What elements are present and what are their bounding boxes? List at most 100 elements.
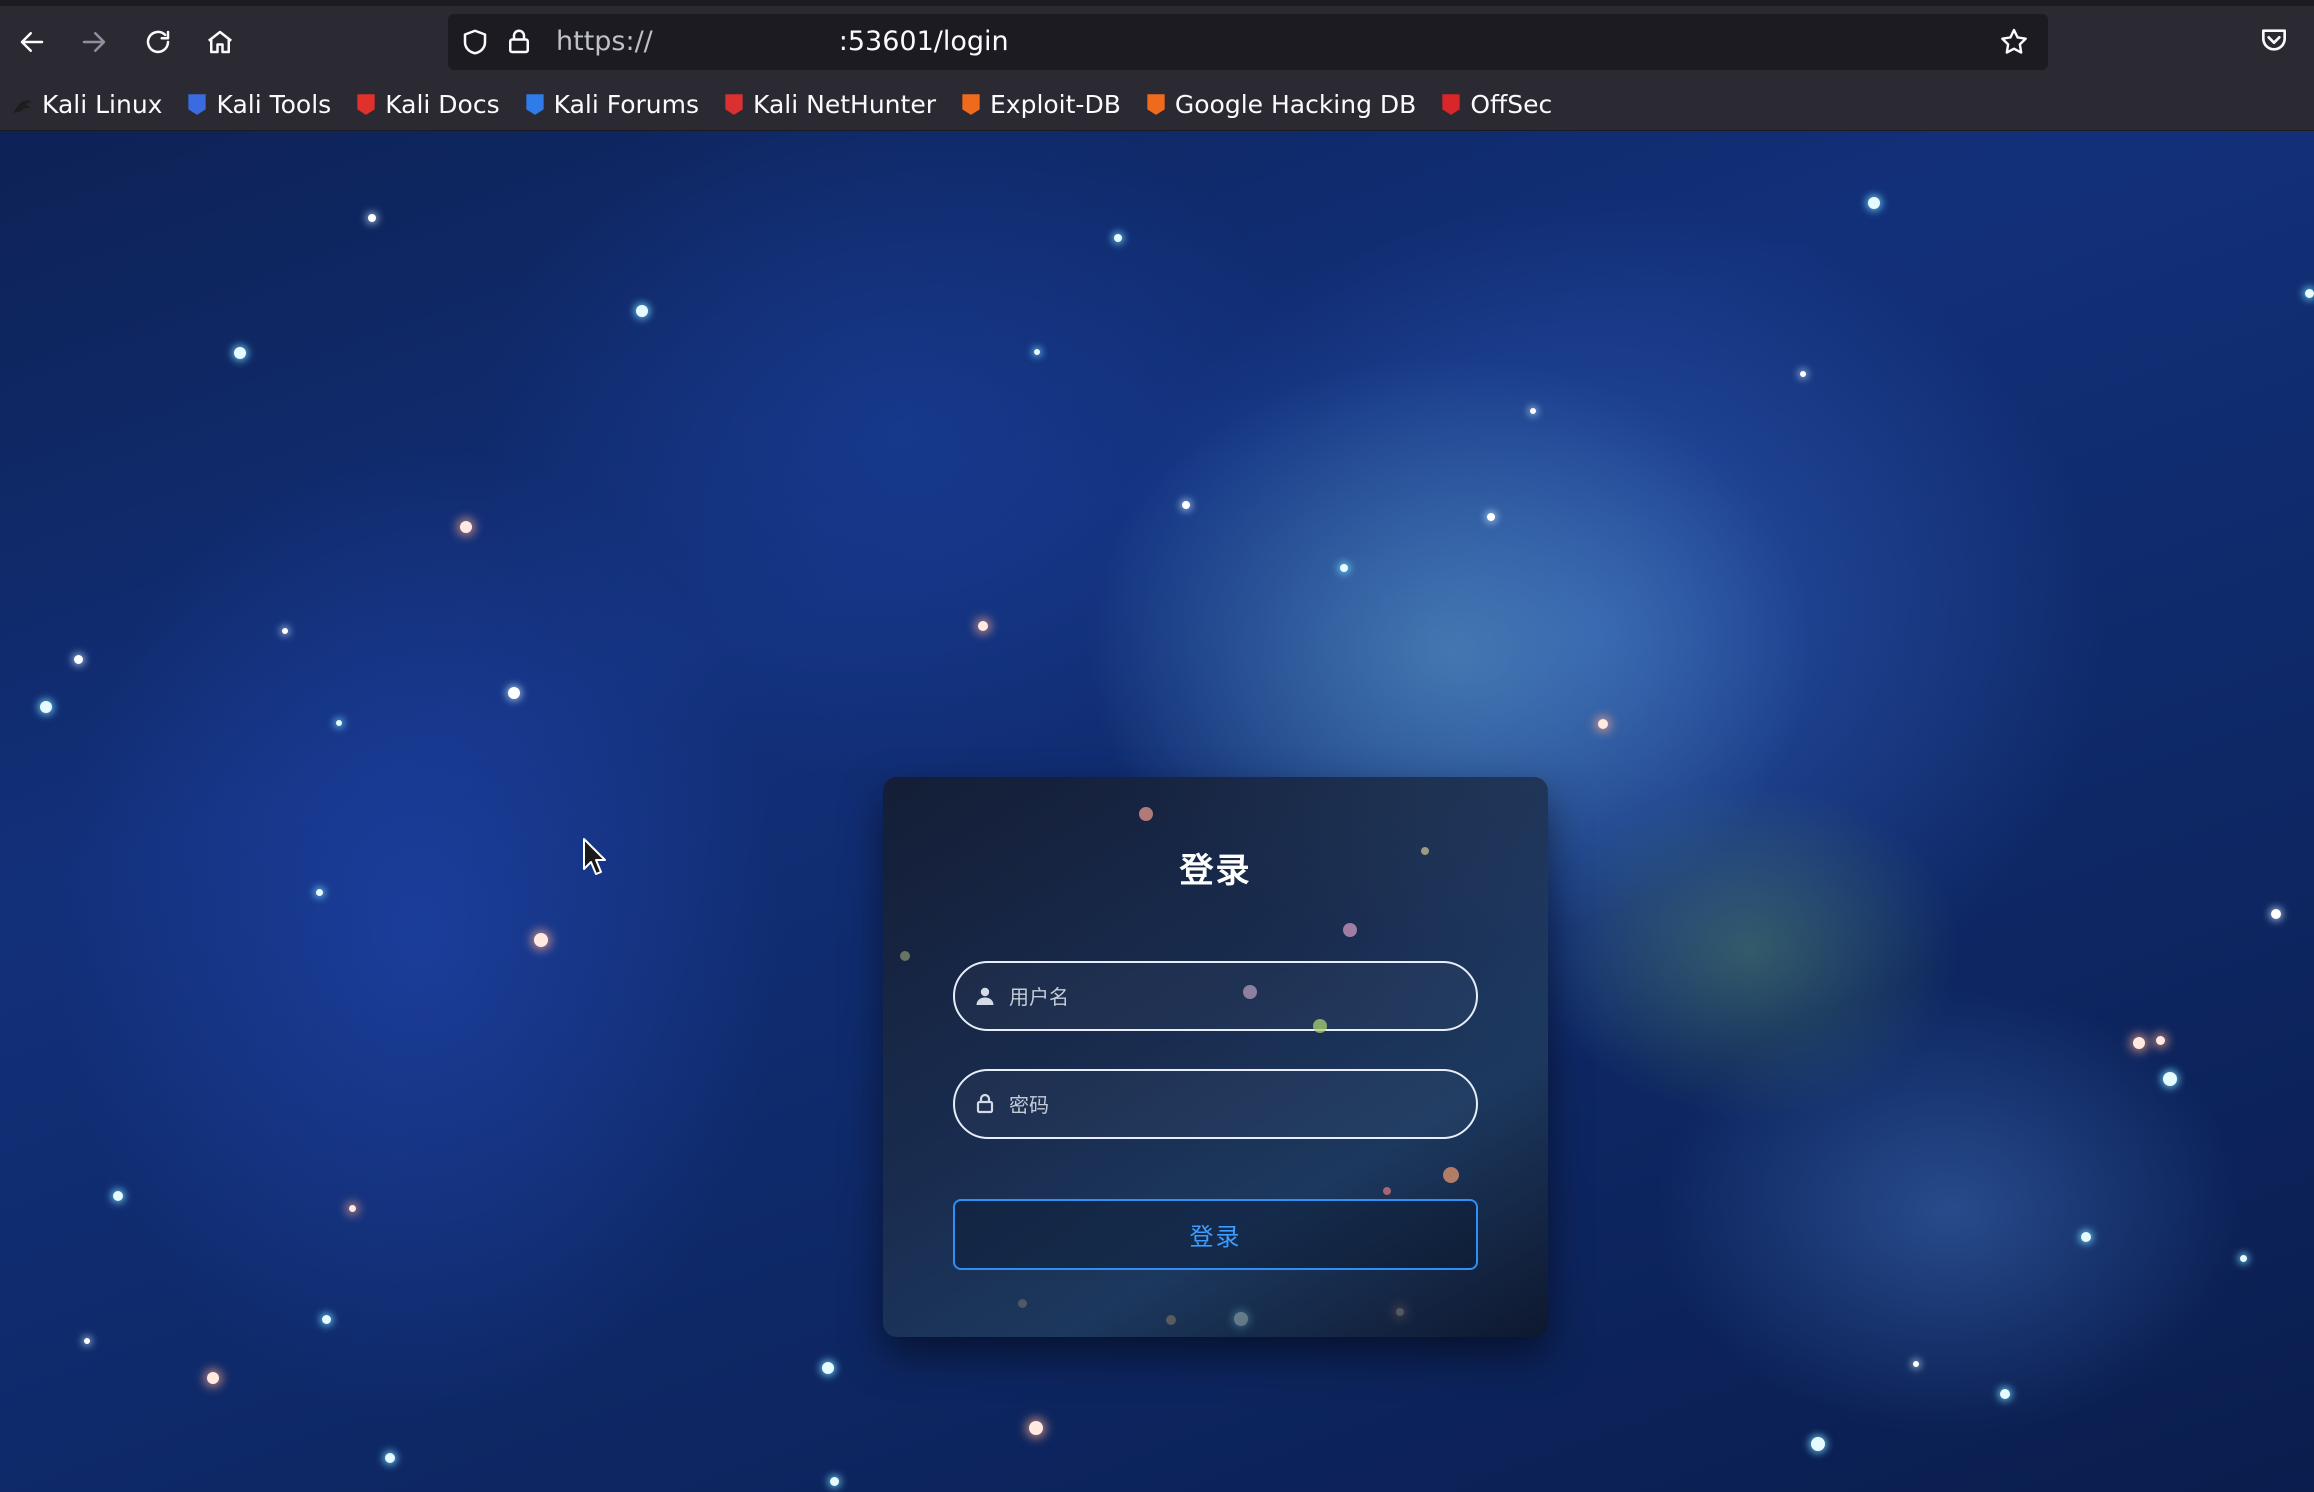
star-sparkle xyxy=(2133,1037,2145,1049)
star-sparkle xyxy=(978,621,988,631)
shield-icon[interactable] xyxy=(460,27,490,57)
reload-icon xyxy=(146,30,170,54)
star-sparkle xyxy=(1598,719,1608,729)
particle-dot xyxy=(900,951,910,961)
back-button[interactable] xyxy=(10,20,54,64)
arrow-right-icon xyxy=(82,32,106,52)
bookmark-item[interactable]: Kali NetHunter xyxy=(721,90,936,119)
bookmark-label: Google Hacking DB xyxy=(1174,89,1417,119)
kali-docs-icon xyxy=(357,94,375,115)
reload-button[interactable] xyxy=(136,20,180,64)
particle-dot xyxy=(1343,923,1357,937)
ghdb-icon xyxy=(1147,94,1165,115)
star-sparkle xyxy=(1340,564,1348,572)
star-sparkle xyxy=(113,1191,123,1201)
offsec-icon xyxy=(1442,94,1460,115)
star-sparkle xyxy=(1029,1421,1043,1435)
bookmark-label: Kali Forums xyxy=(553,89,700,119)
bookmark-label: Kali Linux xyxy=(42,89,163,119)
bookmark-item[interactable]: Exploit-DB xyxy=(958,90,1121,119)
star-sparkle xyxy=(1530,408,1536,414)
star-sparkle xyxy=(2000,1389,2010,1399)
url-path: :53601/login xyxy=(838,26,1009,57)
star-sparkle xyxy=(282,628,288,634)
address-bar[interactable]: https:// :53601/login xyxy=(448,14,2048,70)
star-sparkle xyxy=(2240,1255,2247,1262)
bookmark-item[interactable]: OffSec xyxy=(1438,90,1552,119)
login-button[interactable]: 登录 xyxy=(953,1199,1478,1270)
particle-dot xyxy=(1443,1167,1459,1183)
star-sparkle xyxy=(822,1362,834,1374)
star-sparkle xyxy=(1811,1437,1825,1451)
star-sparkle xyxy=(460,521,472,533)
particle-dot xyxy=(1313,1019,1327,1033)
star-sparkle xyxy=(2156,1036,2165,1045)
kali-tools-icon xyxy=(188,94,207,115)
kali-nethunter-icon xyxy=(725,94,743,115)
star-sparkle xyxy=(1800,371,1806,377)
lock-icon[interactable] xyxy=(504,27,534,57)
star-sparkle xyxy=(830,1477,839,1486)
bookmark-item[interactable]: Kali Tools xyxy=(184,90,331,119)
page-viewport: 登录 登录 xyxy=(0,131,2314,1492)
star-sparkle xyxy=(385,1453,395,1463)
star-sparkle xyxy=(1913,1361,1919,1367)
star-sparkle xyxy=(2163,1072,2177,1086)
star-sparkle xyxy=(1182,501,1190,509)
bookmark-label: OffSec xyxy=(1470,89,1553,119)
bookmark-item[interactable]: Google Hacking DB xyxy=(1143,90,1416,119)
user-icon xyxy=(976,987,994,1005)
username-input[interactable] xyxy=(1007,963,1451,1031)
star-sparkle xyxy=(40,701,52,713)
star-sparkle xyxy=(2305,289,2314,298)
star-sparkle xyxy=(636,305,648,317)
star-sparkle xyxy=(74,655,83,664)
particle-dot xyxy=(1421,847,1429,855)
pocket-icon[interactable] xyxy=(2258,24,2290,56)
kali-forums-icon xyxy=(525,94,544,115)
browser-toolbar: https:// :53601/login Kali Linux Kali Tool… xyxy=(0,0,2314,131)
forward-button[interactable] xyxy=(72,20,116,64)
username-field[interactable] xyxy=(953,961,1478,1031)
star-sparkle xyxy=(322,1315,331,1324)
star-sparkle xyxy=(534,933,548,947)
login-title: 登录 xyxy=(1179,851,1252,891)
star-sparkle xyxy=(2271,909,2281,919)
star-sparkle xyxy=(1114,234,1122,242)
bookmark-label: Kali Tools xyxy=(216,89,332,119)
star-sparkle xyxy=(1868,197,1880,209)
star-sparkle xyxy=(368,214,376,222)
bookmark-item[interactable]: Kali Docs xyxy=(353,89,500,119)
password-input[interactable] xyxy=(1007,1071,1451,1139)
particle-dot xyxy=(1383,1187,1391,1195)
login-card: 登录 登录 xyxy=(883,777,1548,1337)
password-field[interactable] xyxy=(953,1069,1478,1139)
star-sparkle xyxy=(349,1205,356,1212)
star-sparkle xyxy=(2081,1232,2091,1242)
particle-dot xyxy=(1243,985,1257,999)
home-button[interactable] xyxy=(198,20,242,64)
particle-dot xyxy=(1018,1299,1027,1308)
star-sparkle xyxy=(336,720,342,726)
lock-icon xyxy=(976,1093,994,1114)
star-sparkle xyxy=(1034,349,1040,355)
bookmark-item[interactable]: Kali Forums xyxy=(522,90,699,119)
star-sparkle xyxy=(84,1338,90,1344)
tab-strip xyxy=(0,0,2314,6)
particle-dot xyxy=(1139,807,1153,821)
mouse-cursor-icon xyxy=(583,838,606,875)
star-sparkle xyxy=(234,347,246,359)
url-text[interactable]: https:// :53601/login xyxy=(556,26,1009,57)
kali-dragon-icon xyxy=(13,100,33,113)
bookmark-label: Kali Docs xyxy=(385,89,500,119)
url-scheme: https:// xyxy=(556,26,653,57)
star-sparkle xyxy=(1487,513,1495,521)
arrow-left-icon xyxy=(20,32,44,52)
star-sparkle xyxy=(316,889,323,896)
bookmark-label: Kali NetHunter xyxy=(753,89,936,119)
bookmark-item[interactable]: Kali Linux xyxy=(10,90,162,119)
particle-dot xyxy=(1166,1315,1176,1325)
home-icon xyxy=(207,30,233,54)
bookmark-star-icon[interactable] xyxy=(1998,26,2030,58)
bookmark-label: Exploit-DB xyxy=(989,89,1121,119)
